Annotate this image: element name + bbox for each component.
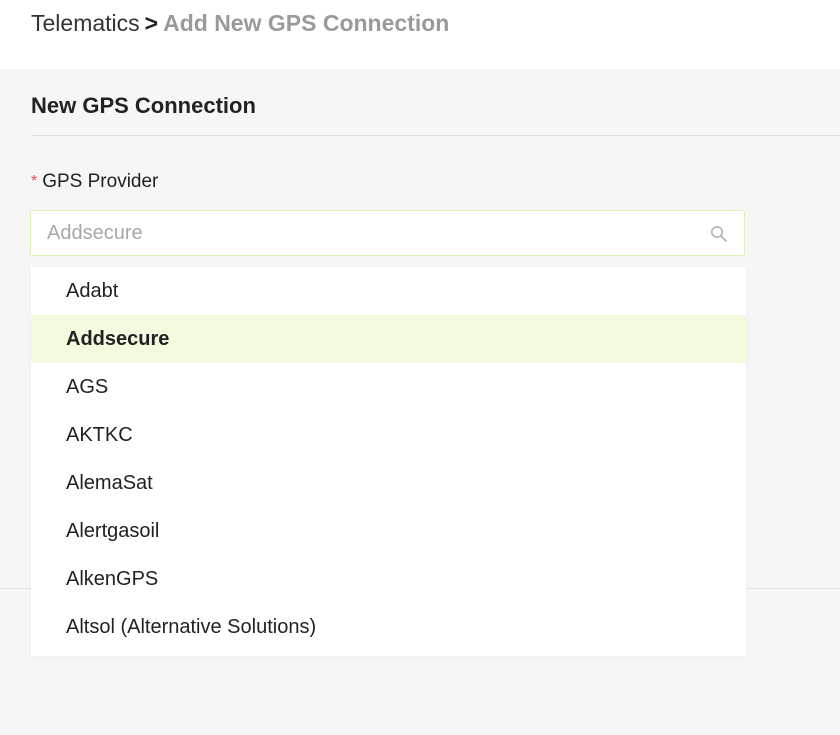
breadcrumb-telematics-link[interactable]: Telematics <box>31 10 140 36</box>
search-icon <box>711 226 727 242</box>
page-header: Telematics > Add New GPS Connection <box>0 0 840 69</box>
gps-provider-dropdown: Adabt Addsecure AGS AKTKC AlemaSat Alert… <box>31 267 746 656</box>
dropdown-option-aktkc[interactable]: AKTKC <box>31 411 746 459</box>
dropdown-option-alkengps[interactable]: AlkenGPS <box>31 555 746 603</box>
gps-provider-label-text: GPS Provider <box>42 171 159 192</box>
dropdown-option-alemasat[interactable]: AlemaSat <box>31 459 746 507</box>
gps-provider-search-input[interactable] <box>47 211 707 255</box>
breadcrumb: Telematics > Add New GPS Connection <box>31 10 449 36</box>
dropdown-option-altsol[interactable]: Altsol (Alternative Solutions) <box>31 603 746 651</box>
dropdown-option-alertgasoil[interactable]: Alertgasoil <box>31 507 746 555</box>
gps-provider-label: * GPS Provider <box>31 171 158 193</box>
required-asterisk: * <box>31 173 38 190</box>
dropdown-option-adabt[interactable]: Adabt <box>31 267 746 315</box>
dropdown-option-addsecure[interactable]: Addsecure <box>31 315 746 363</box>
card-title: New GPS Connection <box>31 93 256 118</box>
gps-provider-select[interactable] <box>30 210 745 256</box>
dropdown-option-ags[interactable]: AGS <box>31 363 746 411</box>
breadcrumb-separator: > <box>144 10 159 36</box>
breadcrumb-current: Add New GPS Connection <box>163 10 450 36</box>
card-divider <box>31 135 840 136</box>
